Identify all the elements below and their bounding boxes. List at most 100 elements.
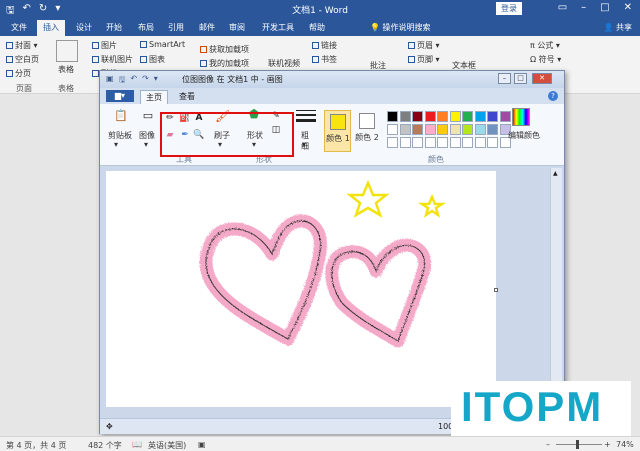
tab-file[interactable]: 文件 bbox=[11, 22, 27, 33]
page-count[interactable]: 第 4 页，共 4 页 bbox=[6, 440, 66, 451]
zoom-in-icon[interactable]: + bbox=[604, 440, 611, 449]
thickness-dropdown-icon[interactable]: ▾ bbox=[302, 140, 306, 149]
scroll-up-icon[interactable]: ▲ bbox=[553, 170, 558, 177]
paint-save-icon[interactable]: 🖫 bbox=[119, 74, 126, 88]
chart-button[interactable]: 图表 bbox=[140, 54, 165, 65]
color-swatch[interactable] bbox=[487, 124, 498, 135]
color-swatch[interactable] bbox=[399, 137, 411, 148]
tab-review[interactable]: 审阅 bbox=[229, 22, 245, 33]
edit-colors-button[interactable]: 编辑颜色 bbox=[506, 130, 542, 141]
zoom-slider[interactable] bbox=[556, 444, 602, 445]
table-button[interactable]: 表格 bbox=[58, 64, 74, 75]
drawing-canvas[interactable] bbox=[106, 171, 496, 407]
get-addins-button[interactable]: 获取加载项 bbox=[200, 44, 249, 55]
clipboard-icon[interactable]: 📋 bbox=[114, 110, 128, 122]
tab-help[interactable]: 帮助 bbox=[309, 22, 325, 33]
tab-insert[interactable]: 插入 bbox=[37, 20, 65, 37]
color-swatch[interactable] bbox=[487, 137, 498, 148]
paint-file-menu[interactable]: ▆▾ bbox=[106, 90, 134, 102]
color-swatch[interactable] bbox=[387, 137, 398, 148]
clipboard-dropdown-icon[interactable]: ▾ bbox=[114, 140, 118, 149]
clipboard-button[interactable]: 剪贴板 bbox=[104, 130, 136, 141]
paint-minimize-icon[interactable]: – bbox=[498, 73, 511, 84]
zoom-slider-thumb[interactable] bbox=[576, 440, 579, 449]
color-swatch[interactable] bbox=[437, 137, 448, 148]
close-icon[interactable]: ✕ bbox=[624, 2, 632, 13]
tab-developer[interactable]: 开发工具 bbox=[262, 22, 294, 33]
color2-button[interactable]: 颜色 2 bbox=[354, 110, 381, 152]
color-swatch[interactable] bbox=[487, 111, 498, 122]
color-swatch[interactable] bbox=[474, 137, 486, 148]
minimize-icon[interactable]: – bbox=[581, 2, 586, 13]
tell-me-search[interactable]: 💡 操作说明搜索 bbox=[370, 22, 431, 33]
image-dropdown-icon[interactable]: ▾ bbox=[144, 140, 148, 149]
canvas-resize-handle[interactable] bbox=[494, 288, 498, 292]
zoom-out-icon[interactable]: – bbox=[546, 440, 550, 449]
picture-button[interactable]: 图片 bbox=[92, 40, 117, 51]
link-button[interactable]: 链接 bbox=[312, 40, 337, 51]
my-addins-button[interactable]: 我的加载项 bbox=[200, 58, 249, 69]
page-break-button[interactable]: 分页 bbox=[6, 68, 31, 79]
paint-close-icon[interactable]: ✕ bbox=[532, 73, 552, 84]
color-swatch[interactable] bbox=[474, 111, 486, 122]
color-swatch[interactable] bbox=[387, 111, 398, 122]
table-grid-icon[interactable] bbox=[56, 40, 78, 62]
header-button[interactable]: 页眉 ▾ bbox=[408, 40, 440, 51]
ribbon-display-icon[interactable]: ▭ bbox=[558, 2, 567, 13]
paint-maximize-icon[interactable]: □ bbox=[514, 73, 527, 84]
color-swatch[interactable] bbox=[412, 137, 423, 148]
color-swatch[interactable] bbox=[437, 124, 448, 135]
login-button[interactable]: 登录 bbox=[496, 2, 522, 15]
maximize-icon[interactable]: □ bbox=[600, 2, 609, 13]
color-swatch[interactable] bbox=[437, 111, 448, 122]
color-swatch[interactable] bbox=[499, 111, 511, 122]
tab-mailings[interactable]: 邮件 bbox=[199, 22, 215, 33]
paint-redo-icon[interactable]: ↷ bbox=[142, 74, 149, 88]
image-icon[interactable]: ▭ bbox=[142, 110, 154, 122]
word-zoom-value[interactable]: 74% bbox=[616, 440, 634, 449]
macro-icon[interactable]: ▣ bbox=[198, 440, 206, 449]
formula-button[interactable]: π 公式 ▾ bbox=[530, 40, 560, 51]
color-swatch[interactable] bbox=[462, 124, 473, 135]
footer-button[interactable]: 页脚 ▾ bbox=[408, 54, 440, 65]
vertical-scrollbar[interactable]: ▲ bbox=[550, 168, 562, 414]
thickness-icon[interactable] bbox=[296, 110, 316, 126]
tab-design[interactable]: 设计 bbox=[76, 22, 92, 33]
color-swatch[interactable] bbox=[474, 124, 486, 135]
proofing-icon[interactable]: 📖 bbox=[132, 440, 142, 449]
color1-button[interactable]: 颜色 1 bbox=[324, 110, 351, 152]
cover-page-button[interactable]: 封面 ▾ bbox=[6, 40, 38, 51]
color-swatch[interactable] bbox=[399, 111, 411, 122]
color-swatch[interactable] bbox=[462, 137, 473, 148]
language[interactable]: 英语(美国) bbox=[148, 440, 186, 451]
color-swatch[interactable] bbox=[449, 137, 461, 148]
symbol-button[interactable]: Ω 符号 ▾ bbox=[530, 54, 561, 65]
blank-page-button[interactable]: 空白页 bbox=[6, 54, 39, 65]
paint-tab-view[interactable]: 查看 bbox=[174, 90, 200, 103]
paint-customize-icon[interactable]: ▾ bbox=[154, 74, 158, 88]
tab-home[interactable]: 开始 bbox=[106, 22, 122, 33]
color-swatch[interactable] bbox=[387, 124, 398, 135]
online-picture-button[interactable]: 联机图片 bbox=[92, 54, 133, 65]
color-swatch[interactable] bbox=[449, 111, 461, 122]
bookmark-label: 书签 bbox=[321, 55, 337, 64]
color-swatch[interactable] bbox=[399, 124, 411, 135]
paint-tab-home[interactable]: 主页 bbox=[140, 90, 168, 104]
color-swatch[interactable] bbox=[449, 124, 461, 135]
tab-references[interactable]: 引用 bbox=[168, 22, 184, 33]
smartart-button[interactable]: SmartArt bbox=[140, 40, 185, 49]
color-swatch[interactable] bbox=[424, 111, 436, 122]
online-video-button[interactable]: 联机视频 bbox=[268, 58, 300, 69]
edit-colors-icon[interactable] bbox=[512, 108, 530, 126]
color-swatch[interactable] bbox=[424, 124, 436, 135]
color-swatch[interactable] bbox=[412, 111, 423, 122]
color-swatch[interactable] bbox=[424, 137, 436, 148]
bookmark-button[interactable]: 书签 bbox=[312, 54, 337, 65]
word-count[interactable]: 482 个字 bbox=[88, 440, 122, 451]
tab-layout[interactable]: 布局 bbox=[138, 22, 154, 33]
paint-undo-icon[interactable]: ↶ bbox=[130, 74, 137, 88]
share-button[interactable]: 👤 共享 bbox=[603, 22, 632, 33]
color-swatch[interactable] bbox=[462, 111, 473, 122]
help-icon[interactable]: ? bbox=[548, 91, 558, 101]
color-swatch[interactable] bbox=[412, 124, 423, 135]
